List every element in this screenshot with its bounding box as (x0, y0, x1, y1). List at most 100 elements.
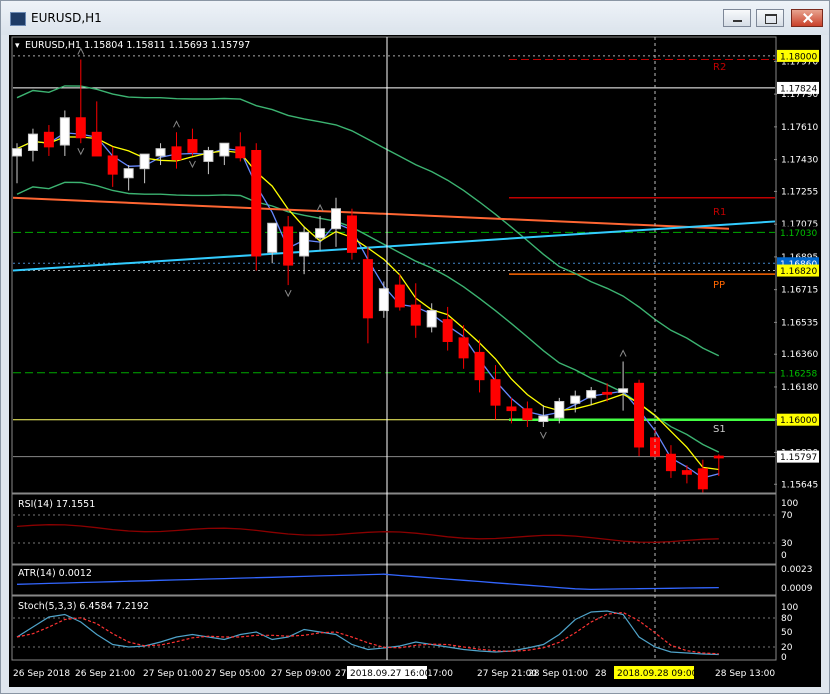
candle-body (634, 382, 645, 448)
candle-body (490, 379, 501, 406)
terminal-window: EURUSD,H1 100 70 30 0 0.0023 0.0009 100 80 50 20 0… (0, 0, 830, 694)
maximize-button[interactable] (756, 9, 784, 27)
candle-body (267, 222, 278, 253)
candle-body (107, 155, 118, 175)
time-axis-label: 26 Sep 2018 (13, 669, 70, 679)
time-axis-label: 17:00 (427, 669, 453, 679)
atr-level-label: 0.0009 (781, 584, 813, 594)
candle-body (458, 337, 469, 359)
chart-window-icon (10, 12, 26, 26)
title-bar[interactable]: EURUSD,H1 (1, 1, 829, 35)
candle-body (426, 310, 437, 328)
fractal-marker (539, 431, 547, 440)
candle-body (394, 284, 405, 308)
candle-body (27, 133, 38, 151)
price-axis-label: 1.17610 (781, 123, 818, 133)
candle-body (203, 149, 214, 162)
candle-body (187, 139, 198, 153)
candle-body (75, 117, 86, 139)
candle-body (538, 415, 549, 423)
pivot-s1-label: S1 (713, 424, 726, 435)
price-level-label: 1.16000 (780, 416, 817, 426)
rsi-label: RSI(14) 17.1551 (18, 499, 95, 510)
price-level-label: 1.16258 (780, 369, 817, 379)
price-chart[interactable]: 100703000.00230.00091008050200 1.179701.… (9, 35, 821, 687)
chart-header: EURUSD,H1 1.15804 1.15811 1.15693 1.1579… (25, 40, 250, 51)
stoch-label: Stoch(5,3,3) 6.4584 7.2192 (18, 601, 149, 612)
fractal-marker (189, 160, 196, 169)
price-axis-label: 1.17430 (781, 156, 818, 166)
candle-body (283, 226, 294, 266)
rsi-level-label: 70 (781, 511, 793, 521)
candle-body (139, 153, 150, 170)
time-axis-label: 28 (595, 669, 607, 679)
rsi-level-label: 100 (781, 499, 798, 509)
rsi-level-label: 30 (781, 539, 793, 549)
candle-body (713, 455, 724, 459)
candle-body (299, 231, 310, 257)
fractal-marker (284, 289, 292, 298)
candle-body (570, 395, 581, 404)
candle-body (618, 388, 629, 393)
candle-body (362, 259, 373, 319)
pivot-r2-label: R2 (713, 62, 726, 73)
candle-body (586, 390, 597, 399)
candle-body (235, 146, 246, 159)
minimize-button[interactable] (723, 9, 751, 27)
stoch-level-label: 20 (781, 643, 793, 653)
fractal-marker (173, 120, 180, 128)
candle-body (506, 406, 517, 412)
stoch-level-label: 50 (781, 628, 793, 638)
candle-body (522, 408, 533, 421)
vline-time-label: 2018.09.28 09:00 (617, 669, 698, 679)
price-axis-label: 1.16180 (781, 383, 818, 393)
time-axis-label: 28 Sep 01:00 (528, 669, 588, 679)
candle-body (681, 470, 692, 475)
candle-body (346, 215, 357, 253)
candle-body (602, 391, 613, 395)
time-axis-label: 28 Sep 13:00 (715, 669, 775, 679)
candle-body (554, 401, 565, 419)
candle-body (12, 148, 22, 157)
fractal-marker (619, 349, 627, 357)
crosshair-time-label: 2018.09.27 16:00 (350, 669, 431, 679)
rsi-line (16, 524, 719, 543)
candle-body (315, 228, 326, 239)
stoch-level-label: 80 (781, 614, 793, 624)
stoch-level-label: 0 (781, 653, 787, 663)
window-title: EURUSD,H1 (31, 11, 102, 25)
rsi-level-label: 0 (781, 551, 787, 561)
ma-slow-line (12, 196, 730, 230)
time-axis-label: 27 Sep 05:00 (205, 669, 265, 679)
chart-area[interactable]: 100 70 30 0 0.0023 0.0009 100 80 50 20 0 1.17970 1.… (9, 35, 821, 687)
price-axis-label: 1.17255 (781, 187, 818, 197)
atr-label: ATR(14) 0.0012 (18, 568, 92, 579)
candle-body (155, 148, 166, 157)
pivot-r1-label: R1 (713, 207, 726, 218)
price-level-label: 1.17030 (780, 229, 817, 239)
candle-body (251, 149, 262, 257)
price-axis-label: 1.16715 (781, 286, 818, 296)
candle-body (123, 168, 134, 179)
time-axis-label: 26 Sep 21:00 (75, 669, 135, 679)
price-level-label: 1.18000 (780, 52, 817, 62)
price-axis-label: 1.15645 (781, 480, 818, 490)
candle-body (43, 131, 54, 148)
candle-body (410, 304, 421, 326)
candle-body (331, 208, 341, 230)
close-button[interactable] (791, 9, 823, 27)
time-axis-label: 27 Sep 09:00 (271, 669, 331, 679)
price-level-label: 1.15797 (780, 453, 817, 463)
candle-body (474, 351, 485, 381)
stoch-d-line (16, 611, 719, 655)
fractal-marker (77, 147, 85, 156)
price-level-label: 1.17824 (780, 84, 817, 94)
price-axis-label: 1.16535 (781, 318, 818, 328)
time-axis-label: 27 (335, 669, 346, 679)
candle-body (442, 319, 453, 342)
chart-menu-icon[interactable]: ▾ (15, 41, 20, 51)
candle-body (59, 117, 70, 146)
atr-line (16, 573, 719, 591)
pivot-pp-label: PP (713, 280, 725, 291)
candle-body (219, 142, 230, 157)
